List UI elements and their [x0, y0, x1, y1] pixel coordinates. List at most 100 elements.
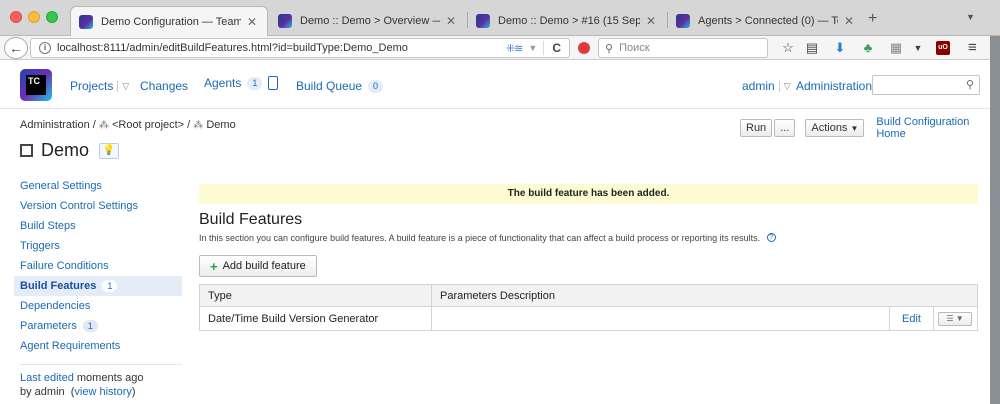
window-maximize-button[interactable] — [46, 11, 58, 23]
sidebar-item-parameters[interactable]: Parameters 1 — [14, 316, 182, 336]
reload-icon[interactable]: C — [543, 41, 569, 55]
extension-icon[interactable]: ♣ — [860, 40, 876, 55]
teamcity-logo[interactable]: TC — [20, 69, 52, 101]
row-actions-menu-icon[interactable]: ☰ ▼ — [938, 311, 972, 326]
window-close-button[interactable] — [10, 11, 22, 23]
addon-icon[interactable] — [578, 42, 590, 54]
tab-label: Agents > Connected (0) — TeamCity — [698, 15, 838, 27]
chevron-down-icon[interactable]: ▽ — [117, 80, 129, 92]
browser-tab-2[interactable]: Demo :: Demo > Overview — TeamCi ✕ — [270, 6, 466, 36]
menu-hamburger-icon[interactable]: ≡ — [968, 39, 977, 56]
administration-link[interactable]: Administration — [796, 79, 872, 93]
agents-count-badge: 1 — [247, 76, 263, 90]
bookmark-star-icon[interactable]: ☆ — [780, 40, 796, 56]
breadcrumb: Administration / ⁂ <Root project> / ⁂ De… — [20, 119, 236, 131]
search-icon: ⚲ — [605, 42, 614, 55]
sidebar-item-agent-requirements[interactable]: Agent Requirements — [14, 336, 182, 356]
sidebar-item-failure-conditions[interactable]: Failure Conditions — [14, 256, 182, 276]
breadcrumb-administration[interactable]: Administration — [20, 119, 90, 131]
run-custom-button[interactable]: ... — [774, 119, 796, 137]
nav-build-queue-label[interactable]: Build Queue — [296, 79, 362, 93]
site-info-icon[interactable]: i — [39, 42, 51, 54]
sidebar-item-label: Build Features — [20, 280, 97, 292]
browser-tab-3[interactable]: Demo :: Demo > #16 (15 Sep 17 17:54 ✕ — [468, 6, 666, 36]
teamcity-favicon-icon — [79, 14, 93, 29]
new-tab-button[interactable]: + — [868, 10, 877, 28]
teamcity-search-input[interactable]: ⚲ — [872, 75, 980, 95]
nav-agents[interactable]: Agents 1 — [204, 76, 279, 90]
settings-sidebar: General Settings Version Control Setting… — [14, 176, 182, 399]
teamcity-favicon-icon — [278, 14, 292, 28]
user-menu[interactable]: admin ▽ — [742, 79, 791, 93]
ublock-icon[interactable]: uO — [936, 41, 950, 55]
feature-type-cell[interactable]: Date/Time Build Version Generator — [199, 306, 432, 331]
desktop-background — [990, 36, 1000, 404]
nav-agents-label[interactable]: Agents — [204, 76, 241, 90]
lightbulb-icon[interactable]: 💡 — [99, 142, 120, 159]
actions-menu-button[interactable]: Actions ▼ — [805, 119, 865, 137]
section-title: Build Features — [199, 211, 303, 228]
window-minimize-button[interactable] — [28, 11, 40, 23]
tab-list-dropdown-icon[interactable]: ▼ — [966, 12, 975, 22]
column-header-parameters: Parameters Description — [431, 284, 978, 307]
nav-projects[interactable]: Projects ▽ — [70, 79, 129, 93]
count-badge: 1 — [82, 320, 98, 332]
search-bar[interactable]: ⚲ Поиск — [598, 38, 768, 58]
reading-list-icon[interactable]: ▤ — [804, 40, 820, 56]
breadcrumb-separator: / — [92, 119, 96, 131]
user-name[interactable]: admin — [742, 79, 775, 93]
sidebar-item-build-features[interactable]: Build Features 1 — [14, 276, 182, 296]
downloads-icon[interactable]: ⬇ — [832, 40, 848, 56]
sidebar-item-version-control-settings[interactable]: Version Control Settings — [14, 196, 182, 216]
add-build-feature-button[interactable]: + Add build feature — [199, 255, 317, 277]
sidebar-item-label: Version Control Settings — [20, 200, 139, 212]
run-actions: Run ... Actions ▼ Build Configuration Ho… — [740, 116, 1000, 140]
chevron-down-icon[interactable]: ▽ — [778, 80, 791, 92]
url-history-dropdown-icon[interactable]: ▼ — [528, 43, 537, 53]
feature-params-cell[interactable] — [431, 306, 890, 331]
build-queue-count-badge: 0 — [368, 79, 384, 93]
teamcity-header: TC Projects ▽ Changes Agents 1 Build Que… — [0, 61, 990, 109]
build-configuration-home-link[interactable]: Build Configuration Home — [876, 116, 1000, 140]
sidebar-item-dependencies[interactable]: Dependencies — [14, 296, 182, 316]
agent-status-icon — [268, 76, 279, 90]
sidebar-item-label: Build Steps — [20, 220, 76, 232]
nav-changes[interactable]: Changes — [140, 79, 188, 93]
tab-close-icon[interactable]: ✕ — [444, 14, 458, 28]
row-menu-cell: ☰ ▼ — [933, 306, 978, 331]
browser-tab-1[interactable]: Demo Configuration — TeamCity ✕ — [70, 6, 268, 36]
nav-projects-label[interactable]: Projects — [70, 79, 113, 93]
browser-navbar: ← i localhost:8111/admin/editBuildFeatur… — [0, 36, 1000, 60]
breadcrumb-root-project[interactable]: <Root project> — [112, 119, 184, 131]
search-icon[interactable]: ⚲ — [966, 78, 974, 91]
run-button[interactable]: Run — [740, 119, 773, 137]
back-arrow-icon[interactable]: ← — [4, 37, 28, 59]
toolbar-dropdown-icon[interactable]: ▼ — [910, 43, 926, 53]
edit-link[interactable]: Edit — [902, 313, 921, 325]
table-row[interactable]: Date/Time Build Version Generator Edit ☰… — [199, 306, 978, 331]
sidebar-item-triggers[interactable]: Triggers — [14, 236, 182, 256]
breadcrumb-demo[interactable]: Demo — [206, 119, 235, 131]
last-edited-by: by admin — [20, 386, 65, 398]
browser-tab-4[interactable]: Agents > Connected (0) — TeamCity ✕ — [668, 6, 864, 36]
sidebar-divider — [20, 364, 182, 365]
tab-label: Demo :: Demo > #16 (15 Sep 17 17:54 — [498, 15, 640, 27]
last-edited-link[interactable]: Last edited — [20, 372, 74, 384]
sidebar-item-build-steps[interactable]: Build Steps — [14, 216, 182, 236]
url-bar[interactable]: i localhost:8111/admin/editBuildFeatures… — [30, 38, 570, 58]
reader-mode-icon[interactable]: ⁜≋ — [506, 42, 523, 55]
sidebar-item-label: Triggers — [20, 240, 60, 252]
help-icon[interactable]: ? — [766, 233, 776, 242]
nav-build-queue[interactable]: Build Queue 0 — [296, 79, 384, 93]
sidebar-item-general-settings[interactable]: General Settings — [14, 176, 182, 196]
view-history-link[interactable]: view history — [74, 386, 131, 398]
tab-close-icon[interactable]: ✕ — [644, 14, 658, 28]
url-text[interactable]: localhost:8111/admin/editBuildFeatures.h… — [57, 42, 506, 54]
actions-label: Actions — [811, 122, 848, 134]
teamcity-favicon-icon — [676, 14, 690, 28]
column-header-type: Type — [199, 284, 432, 307]
tab-close-icon[interactable]: ✕ — [245, 15, 259, 29]
extension-grid-icon[interactable]: ▦ — [888, 40, 904, 56]
tab-close-icon[interactable]: ✕ — [842, 14, 856, 28]
section-description: In this section you can configure build … — [199, 233, 776, 243]
